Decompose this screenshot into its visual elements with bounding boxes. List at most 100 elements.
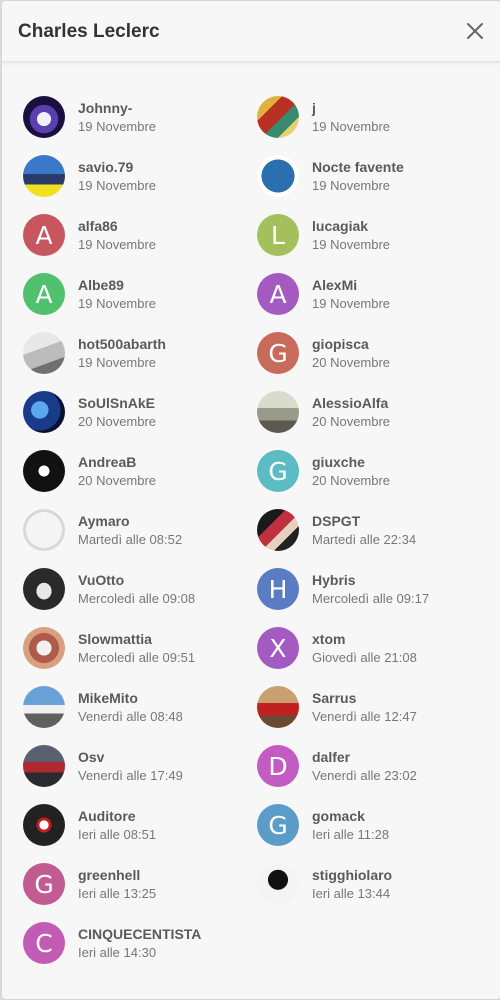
user-avatar[interactable] [257,509,299,551]
user-name[interactable]: greenhell [78,867,156,884]
user-meta: Auditore Ieri alle 08:51 [78,804,156,844]
user-item[interactable]: Aalfa86 19 Novembre [23,214,257,273]
user-name[interactable]: lucagiak [312,218,390,235]
user-item[interactable]: VuOtto Mercoledì alle 09:08 [23,568,257,627]
user-date: Giovedì alle 21:08 [312,650,417,665]
user-avatar[interactable] [257,863,299,905]
user-avatar[interactable]: A [23,273,65,315]
user-avatar[interactable] [23,332,65,374]
user-name[interactable]: savio.79 [78,159,156,176]
user-item[interactable]: savio.79 19 Novembre [23,155,257,214]
user-name[interactable]: j [312,100,390,117]
user-item[interactable]: A Albe89 19 Novembre [23,273,257,332]
user-item[interactable]: Osv Venerdì alle 17:49 [23,745,257,804]
user-name[interactable]: Aymaro [78,513,182,530]
user-item[interactable]: AndreaB 20 Novembre [23,450,257,509]
user-item[interactable]: Ddalfer Venerdì alle 23:02 [257,745,491,804]
user-avatar[interactable] [23,155,65,197]
user-meta: j 19 Novembre [312,96,390,136]
user-avatar[interactable] [23,509,65,551]
user-avatar[interactable] [257,155,299,197]
user-avatar[interactable]: H [257,568,299,610]
user-name[interactable]: hot500abarth [78,336,166,353]
user-avatar[interactable] [23,686,65,728]
user-name[interactable]: stigghiolaro [312,867,392,884]
user-avatar[interactable] [23,627,65,669]
user-name[interactable]: giopisca [312,336,390,353]
user-avatar[interactable]: G [257,804,299,846]
user-name[interactable]: AndreaB [78,454,156,471]
user-item[interactable]: Nocte favente 19 Novembre [257,155,491,214]
user-avatar[interactable] [23,391,65,433]
user-name[interactable]: SoUlSnAkE [78,395,156,412]
user-item[interactable]: Auditore Ieri alle 08:51 [23,804,257,863]
user-item[interactable]: SoUlSnAkE 20 Novembre [23,391,257,450]
user-item[interactable]: Ggiopisca 20 Novembre [257,332,491,391]
user-name[interactable]: VuOtto [78,572,195,589]
user-item[interactable]: Xxtom Giovedì alle 21:08 [257,627,491,686]
user-name[interactable]: AlessioAlfa [312,395,390,412]
close-icon[interactable] [464,20,486,42]
user-item[interactable]: C CINQUECENTISTA Ieri alle 14:30 [23,922,257,981]
user-avatar[interactable]: L [257,214,299,256]
user-item[interactable]: Slowmattia Mercoledì alle 09:51 [23,627,257,686]
user-item[interactable]: stigghiolaro Ieri alle 13:44 [257,863,491,922]
user-avatar[interactable] [23,450,65,492]
user-name[interactable]: Slowmattia [78,631,195,648]
user-avatar[interactable] [23,745,65,787]
user-name[interactable]: alfa86 [78,218,156,235]
user-item[interactable]: Johnny- 19 Novembre [23,96,257,155]
user-name[interactable]: giuxche [312,454,390,471]
user-meta: CINQUECENTISTA Ieri alle 14:30 [78,922,201,962]
user-item[interactable]: A AlexMi 19 Novembre [257,273,491,332]
user-name[interactable]: dalfer [312,749,417,766]
user-item[interactable]: j 19 Novembre [257,96,491,155]
user-avatar[interactable]: G [257,450,299,492]
user-avatar[interactable] [23,804,65,846]
user-name[interactable]: MikeMito [78,690,183,707]
user-item[interactable]: H Hybris Mercoledì alle 09:17 [257,568,491,627]
user-avatar[interactable]: A [257,273,299,315]
user-item[interactable]: hot500abarth 19 Novembre [23,332,257,391]
user-meta: stigghiolaro Ieri alle 13:44 [312,863,392,903]
user-item[interactable]: Ggomack Ieri alle 11:28 [257,804,491,863]
user-meta: VuOtto Mercoledì alle 09:08 [78,568,195,608]
user-avatar[interactable] [257,686,299,728]
user-item[interactable]: Sarrus Venerdì alle 12:47 [257,686,491,745]
user-name[interactable]: Johnny- [78,100,156,117]
user-name[interactable]: Albe89 [78,277,156,294]
user-name[interactable]: DSPGT [312,513,416,530]
user-item[interactable]: DSPGT Martedì alle 22:34 [257,509,491,568]
user-item[interactable]: MikeMito Venerdì alle 08:48 [23,686,257,745]
user-item[interactable]: Ggreenhell Ieri alle 13:25 [23,863,257,922]
user-meta: Sarrus Venerdì alle 12:47 [312,686,417,726]
user-meta: Nocte favente 19 Novembre [312,155,404,195]
user-name[interactable]: CINQUECENTISTA [78,926,201,943]
user-item[interactable]: Llucagiak 19 Novembre [257,214,491,273]
user-name[interactable]: Auditore [78,808,156,825]
user-avatar[interactable]: G [257,332,299,374]
user-name[interactable]: Sarrus [312,690,417,707]
user-name[interactable]: xtom [312,631,417,648]
user-name[interactable]: AlexMi [312,277,390,294]
user-avatar[interactable]: D [257,745,299,787]
user-avatar[interactable] [23,568,65,610]
user-name[interactable]: Nocte favente [312,159,404,176]
user-date: Venerdì alle 08:48 [78,709,183,724]
user-item[interactable]: Aymaro Martedì alle 08:52 [23,509,257,568]
user-avatar[interactable]: X [257,627,299,669]
user-name[interactable]: Hybris [312,572,429,589]
user-item[interactable]: AlessioAlfa 20 Novembre [257,391,491,450]
user-avatar[interactable] [257,96,299,138]
user-avatar[interactable]: C [23,922,65,964]
user-avatar[interactable] [23,96,65,138]
user-name[interactable]: gomack [312,808,389,825]
user-avatar[interactable]: G [23,863,65,905]
user-date: 20 Novembre [312,473,391,488]
user-meta: alfa86 19 Novembre [78,214,156,254]
user-avatar[interactable] [257,391,299,433]
user-avatar[interactable]: A [23,214,65,256]
user-meta: xtom Giovedì alle 21:08 [312,627,417,667]
user-item[interactable]: Ggiuxche 20 Novembre [257,450,491,509]
user-name[interactable]: Osv [78,749,183,766]
